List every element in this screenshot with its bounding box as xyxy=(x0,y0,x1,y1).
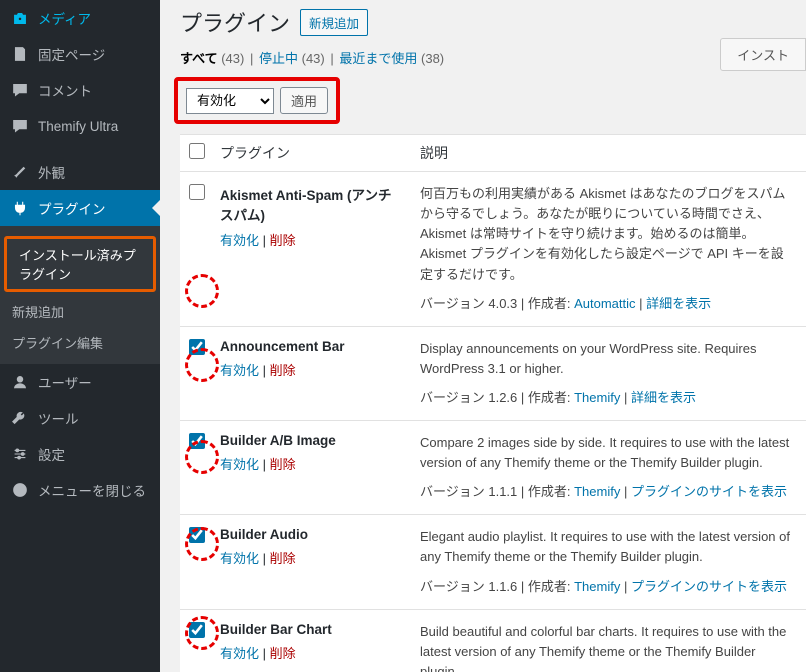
table-row: Builder Bar Chart有効化 | 削除Build beautiful… xyxy=(180,609,806,672)
add-new-button[interactable]: 新規追加 xyxy=(300,9,368,36)
plugin-meta: バージョン 4.0.3 | 作成者: Automattic | 詳細を表示 xyxy=(420,293,796,312)
author-link[interactable]: Themify xyxy=(574,390,620,405)
sidebar-item-settings[interactable]: 設定 xyxy=(0,436,160,472)
plugin-site-link[interactable]: プラグインのサイトを表示 xyxy=(631,579,787,594)
sidebar-item-users[interactable]: ユーザー xyxy=(0,364,160,400)
table-row: Builder Audio有効化 | 削除Elegant audio playl… xyxy=(180,515,806,609)
sidebar-item-plugins[interactable]: プラグイン xyxy=(0,190,160,226)
plugin-site-link[interactable]: プラグインのサイトを表示 xyxy=(631,484,787,499)
activate-link[interactable]: 有効化 xyxy=(220,363,259,378)
plugin-description: 何百万もの利用実績がある Akismet はあなたのブログをスパムから守るでしょ… xyxy=(420,184,796,285)
table-row: Builder A/B Image有効化 | 削除Compare 2 image… xyxy=(180,420,806,514)
author-link[interactable]: Themify xyxy=(574,579,620,594)
activate-link[interactable]: 有効化 xyxy=(220,233,259,248)
bulk-apply-button[interactable]: 適用 xyxy=(280,87,328,114)
plugin-name: Builder A/B Image xyxy=(220,433,400,448)
row-checkbox[interactable] xyxy=(189,433,205,449)
table-row: Akismet Anti-Spam (アンチスパム)有効化 | 削除何百万もの利… xyxy=(180,172,806,327)
sidebar-item-pages[interactable]: 固定ページ xyxy=(0,36,160,72)
plugin-name: Announcement Bar xyxy=(220,339,400,354)
filter-inactive[interactable]: 停止中 xyxy=(259,51,298,66)
plugin-meta: バージョン 1.1.1 | 作成者: Themify | プラグインのサイトを表… xyxy=(420,481,796,500)
chat-dots-icon xyxy=(10,116,30,136)
plugin-description: Compare 2 images side by side. It requir… xyxy=(420,433,796,473)
install-button-partial[interactable]: インスト xyxy=(720,38,806,71)
details-link[interactable]: 詳細を表示 xyxy=(646,296,711,311)
delete-link[interactable]: 削除 xyxy=(270,233,296,248)
sliders-icon xyxy=(10,444,30,464)
sidebar-item-label: 外観 xyxy=(38,162,65,182)
sidebar-item-label: 固定ページ xyxy=(38,44,105,64)
bulk-action-select[interactable]: 有効化 xyxy=(186,88,274,114)
sidebar-item-label: ツール xyxy=(38,408,79,428)
delete-link[interactable]: 削除 xyxy=(270,551,296,566)
sidebar-item-tools[interactable]: ツール xyxy=(0,400,160,436)
sidebar-item-label: Themify Ultra xyxy=(38,119,118,134)
sidebar-item-label: メニューを閉じる xyxy=(38,480,146,500)
sidebar-item-media[interactable]: メディア xyxy=(0,0,160,36)
comment-icon xyxy=(10,80,30,100)
filter-all-label[interactable]: すべて xyxy=(180,51,218,66)
sidebar-item-label: メディア xyxy=(38,8,91,28)
sidebar-item-comments[interactable]: コメント xyxy=(0,72,160,108)
activate-link[interactable]: 有効化 xyxy=(220,457,259,472)
plugin-meta: バージョン 1.1.6 | 作成者: Themify | プラグインのサイトを表… xyxy=(420,576,796,595)
author-link[interactable]: Automattic xyxy=(574,296,635,311)
row-checkbox[interactable] xyxy=(189,339,205,355)
plugin-description: Elegant audio playlist. It requires to u… xyxy=(420,527,796,567)
row-checkbox[interactable] xyxy=(189,184,205,200)
filter-recent[interactable]: 最近まで使用 xyxy=(339,51,417,66)
activate-link[interactable]: 有効化 xyxy=(220,646,259,661)
sidebar-item-label: ユーザー xyxy=(38,372,92,392)
sidebar-item-collapse[interactable]: メニューを閉じる xyxy=(0,472,160,508)
col-description[interactable]: 説明 xyxy=(410,135,806,172)
sidebar-subitem-installed[interactable]: インストール済みプラグイン xyxy=(7,239,153,289)
sidebar-item-label: コメント xyxy=(38,80,92,100)
camera-icon xyxy=(10,8,30,28)
sidebar-subitem-editor[interactable]: プラグイン編集 xyxy=(0,327,160,358)
row-checkbox[interactable] xyxy=(189,527,205,543)
col-plugin[interactable]: プラグイン xyxy=(210,135,410,172)
row-checkbox[interactable] xyxy=(189,622,205,638)
plugin-filters: すべて (43) | 停止中 (43) | 最近まで使用 (38) xyxy=(180,48,806,67)
delete-link[interactable]: 削除 xyxy=(270,363,296,378)
brush-icon xyxy=(10,162,30,182)
bulk-actions-highlight: 有効化 適用 xyxy=(174,77,340,124)
select-all-checkbox[interactable] xyxy=(189,143,205,159)
plug-icon xyxy=(10,198,30,218)
wrench-icon xyxy=(10,408,30,428)
plugin-name: Builder Bar Chart xyxy=(220,622,400,637)
sidebar-subitem-add[interactable]: 新規追加 xyxy=(0,296,160,327)
delete-link[interactable]: 削除 xyxy=(270,457,296,472)
doc-icon xyxy=(10,44,30,64)
delete-link[interactable]: 削除 xyxy=(270,646,296,661)
details-link[interactable]: 詳細を表示 xyxy=(631,390,696,405)
plugins-table: プラグイン 説明 Akismet Anti-Spam (アンチスパム)有効化 |… xyxy=(180,134,806,672)
plugin-description: Display announcements on your WordPress … xyxy=(420,339,796,379)
admin-sidebar: メディア固定ページコメント Themify Ultra 外観プラグインインストール済… xyxy=(0,0,160,672)
sidebar-item-label: プラグイン xyxy=(38,198,106,218)
plugin-name: Builder Audio xyxy=(220,527,400,542)
page-title: プラグイン xyxy=(180,6,290,38)
collapse-icon xyxy=(10,480,30,500)
activate-link[interactable]: 有効化 xyxy=(220,551,259,566)
table-row: Announcement Bar有効化 | 削除Display announce… xyxy=(180,326,806,420)
sidebar-item-label: 設定 xyxy=(38,444,65,464)
sidebar-item-appearance[interactable]: 外観 xyxy=(0,154,160,190)
plugin-description: Build beautiful and colorful bar charts.… xyxy=(420,622,796,672)
author-link[interactable]: Themify xyxy=(574,484,620,499)
user-icon xyxy=(10,372,30,392)
main-content: プラグイン 新規追加 すべて (43) | 停止中 (43) | 最近まで使用 … xyxy=(160,0,806,672)
plugin-meta: バージョン 1.2.6 | 作成者: Themify | 詳細を表示 xyxy=(420,387,796,406)
plugin-name: Akismet Anti-Spam (アンチスパム) xyxy=(220,184,400,224)
sidebar-item-themify[interactable]: Themify Ultra xyxy=(0,108,160,144)
